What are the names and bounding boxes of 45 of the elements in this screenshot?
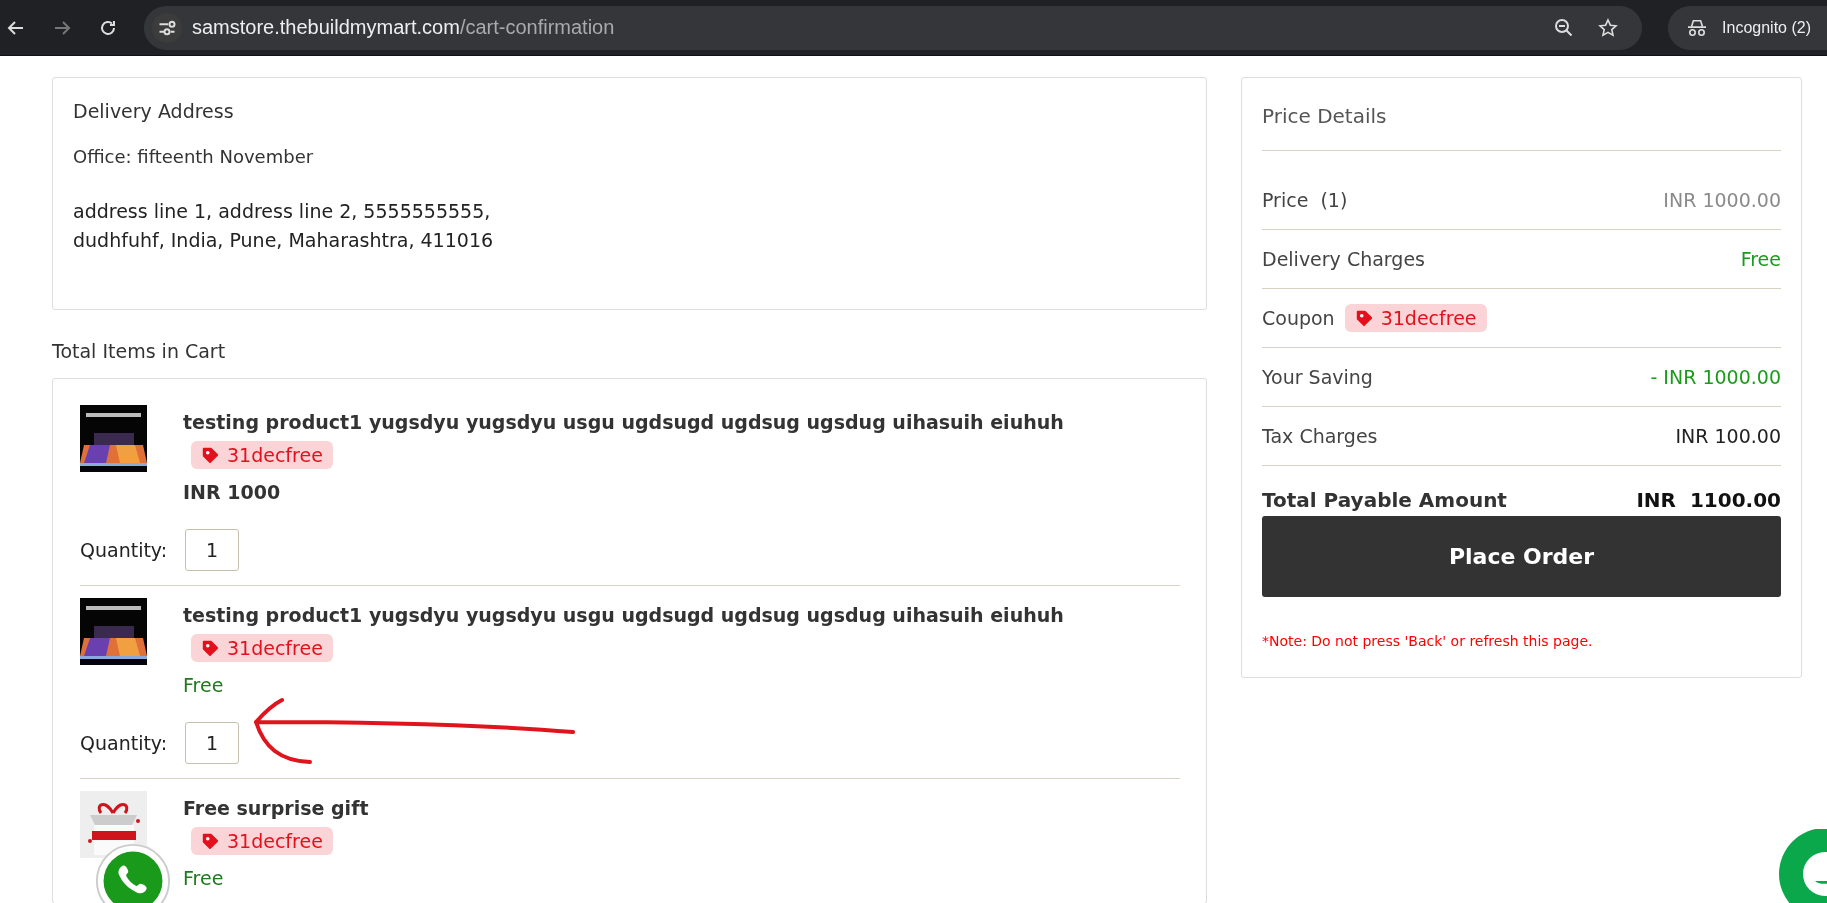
coupon-code: 31decfree	[227, 637, 323, 659]
price-label: Coupon	[1262, 307, 1335, 329]
quantity-label: Quantity:	[80, 732, 168, 754]
section-title: Total Items in Cart	[52, 340, 227, 362]
tag-icon	[1354, 309, 1373, 327]
incognito-button[interactable]: Incognito (2)	[1668, 5, 1827, 50]
warning-note: *Note: Do not press 'Back' or refresh this page.	[1262, 633, 1594, 649]
price-label: Your Saving	[1262, 366, 1373, 388]
item-price: Free	[183, 867, 224, 889]
price-label: Tax Charges	[1262, 425, 1378, 447]
section-title: Delivery Address	[73, 100, 235, 122]
item-price: Free	[183, 674, 224, 696]
product-name: testing product1 yugsdyu yugsdyu usgu ugdsugd ugdsug ugsdug uihasuih eiuhuh	[183, 604, 1064, 626]
bookmark-star-icon[interactable]	[1598, 17, 1619, 38]
price-value: INR 100.00	[1675, 425, 1781, 447]
product-name: testing product1 yugsdyu yugsdyu usgu ugdsugd ugdsug ugsdug uihasuih eiuhuh	[183, 411, 1064, 433]
coupon-code: 31decfree	[1380, 307, 1477, 329]
site-settings-icon[interactable]	[152, 12, 182, 43]
tag-icon	[201, 832, 219, 850]
product-name: Free surprise gift	[183, 797, 369, 819]
total-amount: INR 1100.00	[1636, 488, 1781, 512]
chat-icon[interactable]	[1777, 829, 1827, 903]
price-label: Delivery Charges	[1262, 248, 1425, 270]
address-text: address line 1, address line 2, 5555555555, dudhfuhf, India, Pune, Maharashtra, 411016	[73, 199, 495, 254]
coupon-code: 31decfree	[227, 830, 323, 852]
whatsapp-icon[interactable]	[95, 843, 171, 903]
total-label: Total Payable Amount	[1262, 488, 1507, 512]
address-label: Office: fifteenth November	[73, 146, 315, 167]
price-value: Free	[1740, 248, 1781, 270]
coupon-code: 31decfree	[227, 444, 323, 466]
section-title: Price Details	[1262, 78, 1781, 151]
quantity-field[interactable]: 1	[185, 529, 240, 571]
tag-icon	[201, 446, 219, 464]
price-value: INR 1000.00	[1663, 189, 1781, 211]
quantity-label: Quantity:	[80, 539, 168, 561]
tag-icon	[201, 639, 219, 657]
price-value: - INR 1000.00	[1650, 366, 1781, 388]
item-price: INR 1000	[183, 481, 281, 503]
price-label: Price (1)	[1262, 189, 1348, 211]
quantity-field[interactable]: 1	[185, 722, 240, 764]
address-bar[interactable]: samstore.thebuildmymart.com/cart-confirmation	[144, 5, 1643, 50]
place-order-button[interactable]: Place Order	[1262, 516, 1781, 597]
url-text: samstore.thebuildmymart.com/cart-confirmation	[192, 16, 615, 39]
zoom-icon[interactable]	[1554, 17, 1575, 38]
incognito-icon	[1686, 18, 1709, 37]
